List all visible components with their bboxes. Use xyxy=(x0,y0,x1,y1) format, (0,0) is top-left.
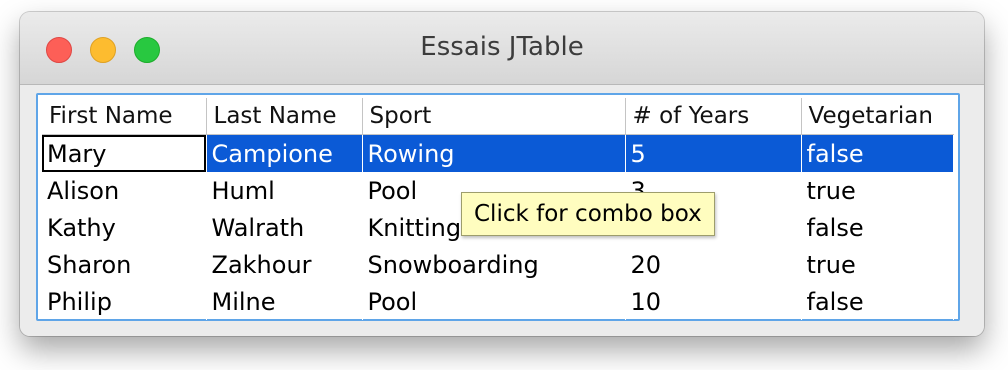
cell-last-name[interactable]: Zakhour xyxy=(206,246,363,283)
header-vegetarian[interactable]: Vegetarian xyxy=(801,98,953,135)
cell-first-name[interactable]: Philip xyxy=(42,283,207,320)
cell-first-name[interactable]: Alison xyxy=(42,172,207,209)
title-bar[interactable]: Essais JTable xyxy=(20,12,984,85)
cell-last-name[interactable]: Campione xyxy=(206,134,363,172)
table-row[interactable]: Philip Milne Pool 10 false xyxy=(42,283,954,320)
cell-vegetarian[interactable]: false xyxy=(801,283,954,320)
cell-last-name[interactable]: Huml xyxy=(206,172,363,209)
cell-years[interactable]: 20 xyxy=(625,246,802,283)
cell-vegetarian[interactable]: false xyxy=(801,209,954,246)
cell-years[interactable]: 5 xyxy=(625,134,802,172)
table-row[interactable]: Sharon Zakhour Snowboarding 20 true xyxy=(42,246,954,283)
cell-last-name[interactable]: Walrath xyxy=(206,209,363,246)
table-row[interactable]: Mary Campione Rowing 5 false xyxy=(42,134,954,172)
header-last-name[interactable]: Last Name xyxy=(206,98,363,135)
header-years[interactable]: # of Years xyxy=(625,98,802,135)
cell-first-name[interactable]: Kathy xyxy=(42,209,207,246)
cell-first-name[interactable]: Sharon xyxy=(42,246,207,283)
cell-last-name[interactable]: Milne xyxy=(206,283,363,320)
header-first-name[interactable]: First Name xyxy=(42,98,207,135)
cell-first-name[interactable]: Mary xyxy=(42,134,207,172)
cell-vegetarian[interactable]: true xyxy=(801,172,954,209)
tooltip: Click for combo box xyxy=(461,192,715,236)
cell-vegetarian[interactable]: true xyxy=(801,246,954,283)
cell-sport[interactable]: Snowboarding xyxy=(362,246,626,283)
app-window: Essais JTable First Name Last Name Sport… xyxy=(20,12,984,336)
cell-sport[interactable]: Rowing xyxy=(362,134,626,172)
cell-vegetarian[interactable]: false xyxy=(801,134,954,172)
header-sport[interactable]: Sport xyxy=(362,98,626,135)
window-title: Essais JTable xyxy=(420,32,584,62)
cell-years[interactable]: 10 xyxy=(625,283,802,320)
table-header-row: First Name Last Name Sport # of Years Ve… xyxy=(42,98,953,135)
cell-sport[interactable]: Pool xyxy=(362,283,626,320)
